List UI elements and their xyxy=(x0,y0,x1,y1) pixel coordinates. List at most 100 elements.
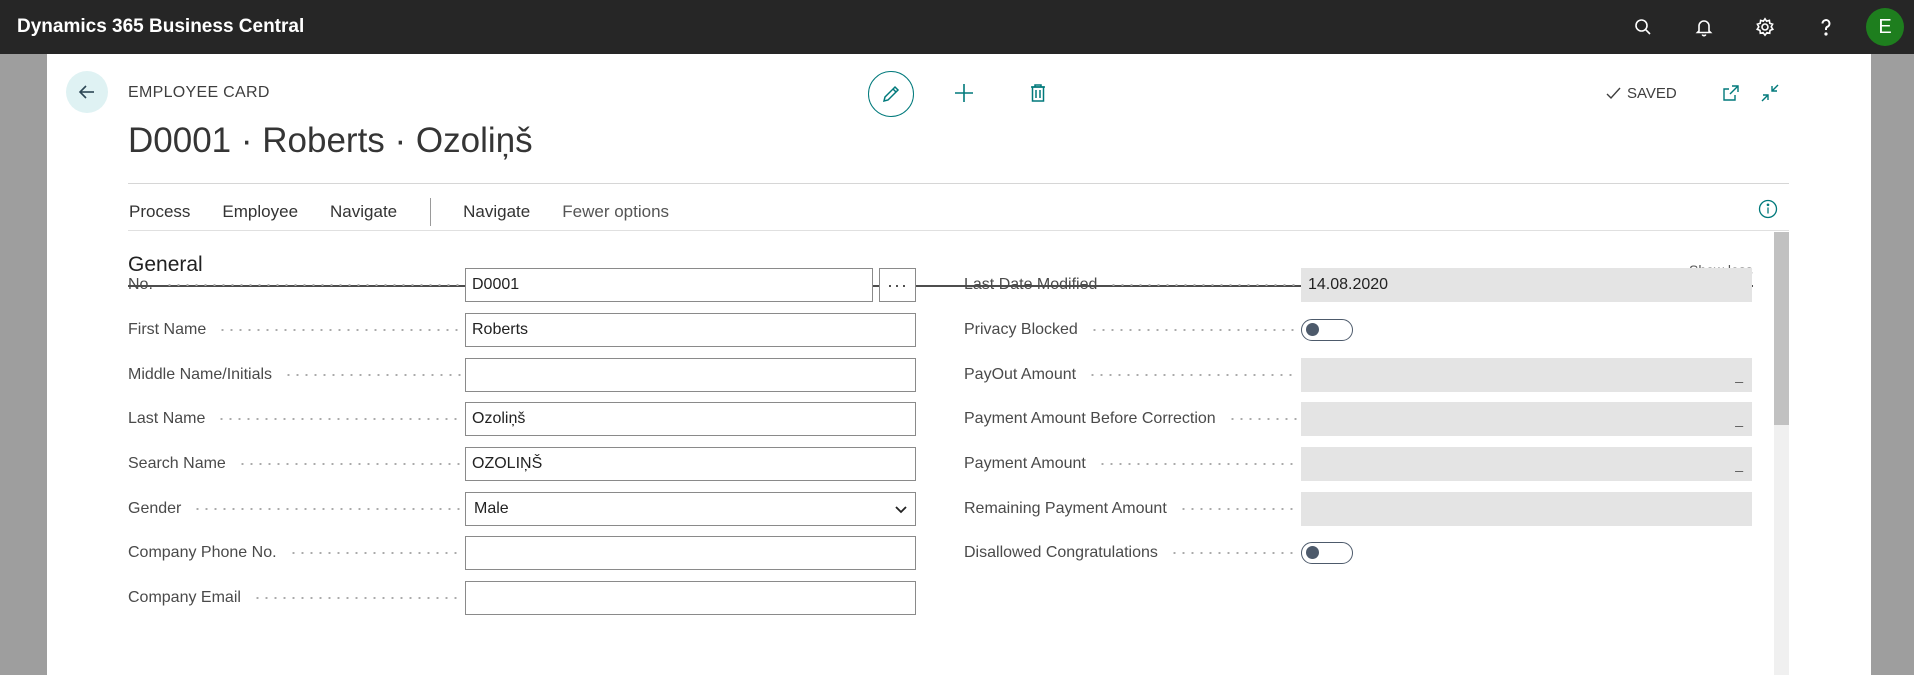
field-row-no: No. D0001 ··· xyxy=(128,267,916,303)
app-title: Dynamics 365 Business Central xyxy=(17,16,305,37)
edit-button[interactable] xyxy=(868,71,914,117)
gender-select[interactable]: Male xyxy=(465,492,916,526)
arrow-left-icon xyxy=(78,85,94,99)
field-row-company-email: Company Email xyxy=(128,580,916,616)
leader-dots xyxy=(218,329,461,331)
scrollbar-thumb[interactable] xyxy=(1774,232,1789,425)
top-icons: E xyxy=(1612,0,1914,54)
field-label: Remaining Payment Amount xyxy=(964,500,1167,517)
record-title: D0001 · Roberts · Ozoliņš xyxy=(128,121,533,160)
field-row-search-name: Search Name OZOLIŅŠ xyxy=(128,446,916,482)
action-process[interactable]: Process xyxy=(129,202,190,222)
saved-status: SAVED xyxy=(1605,85,1677,102)
leader-dots xyxy=(288,552,461,554)
leader-dots xyxy=(1097,463,1297,465)
field-label: No. xyxy=(128,276,153,293)
field-row-middle-name: Middle Name/Initials xyxy=(128,357,916,393)
action-employee[interactable]: Employee xyxy=(222,202,298,222)
field-label: Middle Name/Initials xyxy=(128,366,273,383)
vertical-scrollbar[interactable] xyxy=(1774,232,1789,675)
collapse-button[interactable] xyxy=(1753,76,1787,110)
plus-icon xyxy=(955,84,973,102)
search-name-field[interactable]: OZOLIŅŠ xyxy=(465,447,916,481)
new-button[interactable] xyxy=(947,76,981,110)
field-row-last-name: Last Name Ozoliņš xyxy=(128,401,916,437)
toggle-knob xyxy=(1306,323,1319,336)
fewer-options-button[interactable]: Fewer options xyxy=(562,202,669,222)
leader-dots xyxy=(1088,374,1297,376)
last-name-field[interactable]: Ozoliņš xyxy=(465,402,916,436)
leader-dots xyxy=(1227,418,1297,420)
employee-card-page: EMPLOYEE CARD D0001 · Roberts · Ozoliņš … xyxy=(47,54,1871,675)
field-label: Last Name xyxy=(128,410,206,427)
chevron-down-icon xyxy=(895,506,907,514)
company-email-field[interactable] xyxy=(465,581,916,615)
saved-label: SAVED xyxy=(1627,85,1677,102)
search-icon[interactable] xyxy=(1612,0,1673,54)
privacy-blocked-toggle[interactable] xyxy=(1301,319,1353,341)
leader-dots xyxy=(217,418,461,420)
leader-dots xyxy=(284,374,461,376)
disallowed-congratulations-toggle[interactable] xyxy=(1301,542,1353,564)
field-row-remaining-payment: Remaining Payment Amount xyxy=(964,491,1752,527)
open-new-window-button[interactable] xyxy=(1714,76,1748,110)
field-row-disallowed-congratulations: Disallowed Congratulations xyxy=(964,535,1353,571)
company-phone-field[interactable] xyxy=(465,536,916,570)
leader-dots xyxy=(252,597,461,599)
header-divider xyxy=(128,183,1789,184)
field-label: Company Phone No. xyxy=(128,544,277,561)
checkmark-icon xyxy=(1606,87,1621,100)
page-caption: EMPLOYEE CARD xyxy=(128,84,270,101)
lookup-button[interactable]: ··· xyxy=(879,268,916,302)
middle-name-field[interactable] xyxy=(465,358,916,392)
field-label: Disallowed Congratulations xyxy=(964,544,1158,561)
field-row-last-date-modified: Last Date Modified 14.08.2020 xyxy=(964,267,1752,303)
open-in-new-window-icon xyxy=(1723,85,1739,101)
leader-dots xyxy=(1178,508,1297,510)
payment-before-correction-field[interactable]: _ xyxy=(1301,402,1752,436)
back-button[interactable] xyxy=(66,71,108,113)
gear-icon[interactable] xyxy=(1734,0,1795,54)
pencil-icon xyxy=(882,85,900,103)
top-navigation-bar: Dynamics 365 Business Central E xyxy=(0,0,1914,54)
gender-selected-value: Male xyxy=(474,500,509,517)
action-navigate[interactable]: Navigate xyxy=(330,202,397,222)
field-label: Last Date Modified xyxy=(964,276,1098,293)
field-row-gender: Gender Male xyxy=(128,491,916,527)
bell-icon[interactable] xyxy=(1673,0,1734,54)
payment-amount-field[interactable]: _ xyxy=(1301,447,1752,481)
leader-dots xyxy=(164,284,461,286)
field-label: PayOut Amount xyxy=(964,366,1077,383)
field-row-payment-amount: Payment Amount _ xyxy=(964,446,1752,482)
action-navigate-promoted[interactable]: Navigate xyxy=(463,202,530,222)
user-avatar[interactable]: E xyxy=(1866,8,1904,46)
field-row-privacy-blocked: Privacy Blocked xyxy=(964,312,1353,348)
field-label: First Name xyxy=(128,321,207,338)
help-icon[interactable] xyxy=(1795,0,1856,54)
field-row-payment-before-correction: Payment Amount Before Correction _ xyxy=(964,401,1752,437)
action-separator xyxy=(430,198,432,226)
leader-dots xyxy=(237,463,461,465)
leader-dots xyxy=(1089,329,1297,331)
leader-dots xyxy=(193,508,461,510)
toggle-knob xyxy=(1306,546,1319,559)
field-row-payout-amount: PayOut Amount _ xyxy=(964,357,1752,393)
first-name-field[interactable]: Roberts xyxy=(465,313,916,347)
field-label: Search Name xyxy=(128,455,226,472)
action-bar-divider xyxy=(128,230,1789,231)
field-label: Payment Amount Before Correction xyxy=(964,410,1216,427)
collapse-icon xyxy=(1761,84,1779,102)
last-date-modified-field: 14.08.2020 xyxy=(1301,268,1752,302)
delete-button[interactable] xyxy=(1021,76,1055,110)
field-label: Privacy Blocked xyxy=(964,321,1078,338)
info-icon[interactable] xyxy=(1757,198,1781,222)
payout-amount-field[interactable]: _ xyxy=(1301,358,1752,392)
no-field[interactable]: D0001 xyxy=(465,268,873,302)
field-label: Gender xyxy=(128,500,182,517)
leader-dots xyxy=(1169,552,1297,554)
remaining-payment-field xyxy=(1301,492,1752,526)
field-row-company-phone: Company Phone No. xyxy=(128,535,916,571)
field-row-first-name: First Name Roberts xyxy=(128,312,916,348)
field-label: Payment Amount xyxy=(964,455,1086,472)
leader-dots xyxy=(1109,284,1297,286)
